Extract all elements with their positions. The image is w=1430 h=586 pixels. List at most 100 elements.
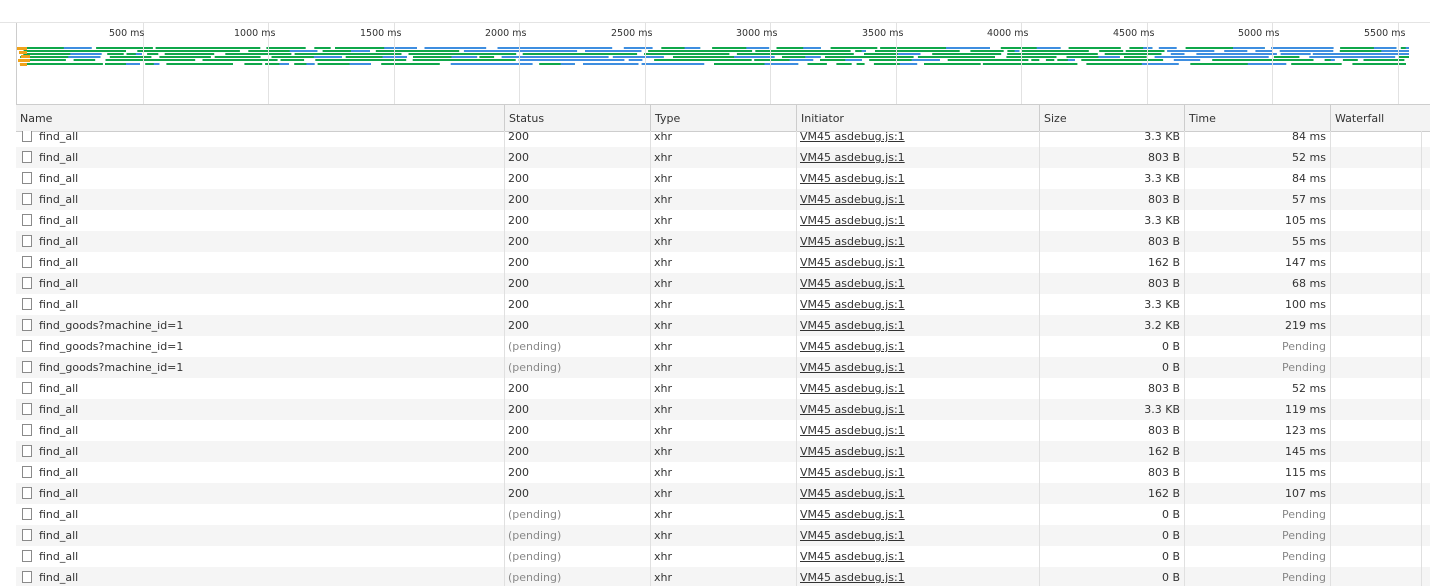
cell-initiator[interactable]: VM45 asdebug.js:1: [796, 315, 1039, 336]
request-bar-download: [153, 63, 160, 65]
cell-waterfall: [1330, 131, 1430, 147]
request-bar-download: [911, 59, 940, 61]
cell-initiator[interactable]: VM45 asdebug.js:1: [796, 504, 1039, 525]
cell-initiator[interactable]: VM45 asdebug.js:1: [796, 273, 1039, 294]
cell-initiator[interactable]: VM45 asdebug.js:1: [796, 294, 1039, 315]
table-row[interactable]: find_all 200 xhr VM45 asdebug.js:1 162 B 145 …: [16, 441, 1430, 462]
cell-initiator[interactable]: VM45 asdebug.js:1: [796, 378, 1039, 399]
cell-type: xhr: [654, 529, 673, 542]
cell-initiator[interactable]: VM45 asdebug.js:1: [796, 525, 1039, 546]
request-bar: [585, 50, 642, 52]
request-bar: [244, 63, 263, 65]
cell-initiator[interactable]: VM45 asdebug.js:1: [796, 567, 1039, 586]
cell-initiator[interactable]: VM45 asdebug.js:1: [796, 168, 1039, 189]
cell-time: 55 ms: [1292, 235, 1326, 248]
cell-initiator[interactable]: VM45 asdebug.js:1: [796, 420, 1039, 441]
table-row[interactable]: find_all 200 xhr VM45 asdebug.js:1 3.3 KB 105…: [16, 210, 1430, 231]
cell-status: 200: [508, 151, 529, 164]
table-row[interactable]: find_all 200 xhr VM45 asdebug.js:1 3.3 KB 84 …: [16, 168, 1430, 189]
table-row[interactable]: find_all 200 xhr VM45 asdebug.js:1 803 B 55 m…: [16, 231, 1430, 252]
cell-size: 803 B: [1147, 193, 1180, 206]
table-row[interactable]: find_all 200 xhr VM45 asdebug.js:1 162 B 107 …: [16, 483, 1430, 504]
table-row[interactable]: find_all 200 xhr VM45 asdebug.js:1 803 B 52 m…: [16, 378, 1430, 399]
request-rows: find_all 200 xhr VM45 asdebug.js:1 3.3 KB 84 …: [16, 131, 1430, 586]
cell-initiator[interactable]: VM45 asdebug.js:1: [796, 399, 1039, 420]
column-header-initiator[interactable]: Initiator: [796, 105, 1039, 131]
request-bar-download: [1233, 47, 1265, 49]
table-row[interactable]: find_all (pending) xhr VM45 asdebug.js:1 0 B…: [16, 504, 1430, 525]
request-bar: [19, 63, 103, 65]
cell-time: 115 ms: [1285, 466, 1326, 479]
cell-time: 68 ms: [1292, 277, 1326, 290]
table-row[interactable]: find_goods?machine_id=1 (pending) xhr VM45 …: [16, 357, 1430, 378]
table-row[interactable]: find_all 200 xhr VM45 asdebug.js:1 803 B 68 m…: [16, 273, 1430, 294]
cell-type: xhr: [654, 214, 673, 227]
table-row[interactable]: find_all 200 xhr VM45 asdebug.js:1 803 B 57 m…: [16, 189, 1430, 210]
request-bar-download: [803, 47, 821, 49]
column-header-name[interactable]: Name: [16, 105, 504, 131]
request-bar-download: [946, 47, 990, 49]
cell-name: find_all: [39, 508, 79, 521]
cell-time: 84 ms: [1292, 172, 1326, 185]
cell-type: xhr: [654, 256, 673, 269]
cell-type: xhr: [654, 319, 673, 332]
request-bar-download: [349, 63, 371, 65]
cell-initiator[interactable]: VM45 asdebug.js:1: [796, 189, 1039, 210]
cell-time: 100 ms: [1285, 298, 1326, 311]
cell-time: 145 ms: [1285, 445, 1326, 458]
column-header-type[interactable]: Type: [650, 105, 796, 131]
table-row[interactable]: find_all 200 xhr VM45 asdebug.js:1 3.3 KB 119…: [16, 399, 1430, 420]
network-request-table: Name Status Type Initiator Size Time Wat…: [16, 105, 1430, 586]
cell-status: (pending): [508, 361, 562, 374]
cell-status: 200: [508, 403, 529, 416]
network-overview-timeline[interactable]: 500 ms 1000 ms 1500 ms 2000 ms 2500 ms 3000 m…: [16, 23, 1430, 105]
cell-initiator[interactable]: VM45 asdebug.js:1: [796, 546, 1039, 567]
request-bar: [381, 63, 440, 65]
cell-name: find_all: [39, 235, 79, 248]
table-row[interactable]: find_all 200 xhr VM45 asdebug.js:1 803 B 123 …: [16, 420, 1430, 441]
table-row[interactable]: find_goods?machine_id=1 (pending) xhr VM45 …: [16, 336, 1430, 357]
request-bar-download: [746, 47, 770, 49]
request-bar-download: [679, 63, 705, 65]
table-row[interactable]: find_goods?machine_id=1 200 xhr VM45 asdebu…: [16, 315, 1430, 336]
cell-initiator[interactable]: VM45 asdebug.js:1: [796, 131, 1039, 147]
cell-status: 200: [508, 214, 529, 227]
request-bar: [96, 47, 153, 49]
cell-initiator[interactable]: VM45 asdebug.js:1: [796, 462, 1039, 483]
cell-initiator[interactable]: VM45 asdebug.js:1: [796, 147, 1039, 168]
cell-initiator[interactable]: VM45 asdebug.js:1: [796, 357, 1039, 378]
request-bar: [644, 53, 730, 55]
table-row[interactable]: find_all (pending) xhr VM45 asdebug.js:1 0 B…: [16, 546, 1430, 567]
cell-initiator[interactable]: VM45 asdebug.js:1: [796, 441, 1039, 462]
table-row[interactable]: find_all 200 xhr VM45 asdebug.js:1 3.3 KB 100…: [16, 294, 1430, 315]
table-row[interactable]: find_all 200 xhr VM45 asdebug.js:1 803 B 115 …: [16, 462, 1430, 483]
column-divider: [504, 131, 505, 586]
column-header-waterfall[interactable]: Waterfall: [1330, 105, 1430, 131]
table-row[interactable]: find_all 200 xhr VM45 asdebug.js:1 3.3 KB 84 …: [16, 131, 1430, 147]
table-row[interactable]: find_all (pending) xhr VM45 asdebug.js:1 0 B…: [16, 567, 1430, 586]
cell-status: 200: [508, 445, 529, 458]
cell-time: Pending: [1282, 340, 1326, 353]
cell-status: (pending): [508, 340, 562, 353]
cell-status: 200: [508, 277, 529, 290]
cell-size: 162 B: [1147, 445, 1180, 458]
column-header-time[interactable]: Time: [1184, 105, 1330, 131]
cell-type: xhr: [654, 172, 673, 185]
cell-initiator[interactable]: VM45 asdebug.js:1: [796, 252, 1039, 273]
cell-initiator[interactable]: VM45 asdebug.js:1: [796, 210, 1039, 231]
column-header-size[interactable]: Size: [1039, 105, 1184, 131]
table-row[interactable]: find_all 200 xhr VM45 asdebug.js:1 803 B 52 m…: [16, 147, 1430, 168]
cell-size: 803 B: [1147, 382, 1180, 395]
cell-initiator[interactable]: VM45 asdebug.js:1: [796, 483, 1039, 504]
cell-time: Pending: [1282, 529, 1326, 542]
cell-size: 3.3 KB: [1144, 131, 1180, 143]
cell-time: 107 ms: [1285, 487, 1326, 500]
cell-initiator[interactable]: VM45 asdebug.js:1: [796, 231, 1039, 252]
cell-initiator[interactable]: VM45 asdebug.js:1: [796, 336, 1039, 357]
cell-size: 803 B: [1147, 151, 1180, 164]
table-row[interactable]: find_all (pending) xhr VM45 asdebug.js:1 0 B…: [16, 525, 1430, 546]
cell-waterfall: [1330, 336, 1430, 357]
request-bar-download: [68, 56, 101, 58]
column-header-status[interactable]: Status: [504, 105, 650, 131]
table-row[interactable]: find_all 200 xhr VM45 asdebug.js:1 162 B 147 …: [16, 252, 1430, 273]
